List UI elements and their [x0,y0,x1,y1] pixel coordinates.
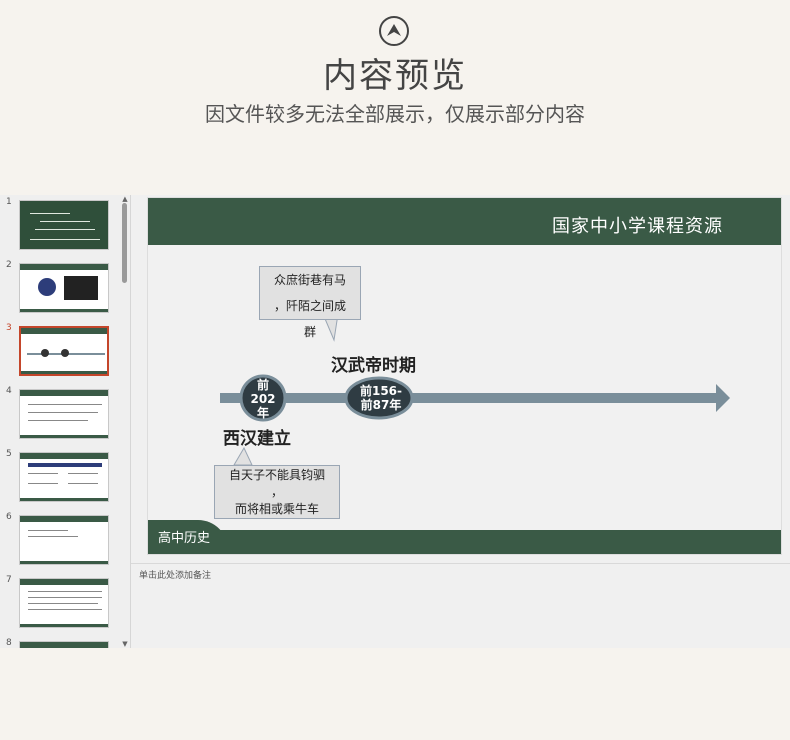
scroll-down-icon[interactable]: ▼ [121,640,129,648]
thumbnail-image[interactable] [19,578,109,628]
page-footer [0,648,790,740]
node-line: 前 [256,378,269,392]
callout-2-pointer [233,446,253,466]
thumbnail-number: 6 [6,512,12,522]
thumbnail-item[interactable]: 7 [0,573,120,633]
page-title: 内容预览 [323,56,467,96]
thumbnail-number: 3 [6,323,12,333]
callout-line: 群 [303,325,316,339]
label-han-wudi: 汉武帝时期 [331,356,416,376]
ppt-viewer: 1 2 3 4 5 6 7 8 ▲ ▼ 国家中小学课程资源 众庶街巷有马 ，阡陌… [0,195,790,691]
timeline-bar [220,393,720,403]
callout-line: ，阡陌之间成 [273,299,346,313]
thumbnail-item[interactable]: 1 [0,195,120,255]
callout-line: ， [270,485,283,499]
thumbnail-image[interactable] [19,452,109,502]
quote-callout-bottom: 自天子不能具钧驷 ， 而将相或乘牛车 [214,465,340,519]
thumbnail-number: 5 [6,449,12,459]
current-slide: 国家中小学课程资源 众庶街巷有马 ，阡陌之间成 群 自天子不能具钧驷 ， 而将相… [147,197,782,555]
node-1-text: 前 202 年 [245,378,281,420]
page-subtitle: 因文件较多无法全部展示，仅展示部分内容 [205,102,585,126]
thumbnail-item[interactable]: 6 [0,510,120,570]
thumbnail-number: 7 [6,575,12,585]
thumbnail-image[interactable] [19,389,109,439]
callout-line: 自天子不能具钧驷 [228,468,325,482]
node-line: 前156- [359,384,403,398]
thumbnail-number: 1 [6,197,12,207]
up-chevron-circle-icon [379,16,409,46]
thumbnail-item[interactable]: 4 [0,384,120,444]
notes-pane[interactable]: 单击此处添加备注 [131,563,790,649]
slide-footer-tab: 高中历史 [148,520,228,554]
scrollbar-thumb[interactable] [122,203,127,283]
callout-line: 而将相或乘牛车 [234,502,319,516]
course-label: 高中历史 [158,531,211,546]
callout-line: 众庶街巷有马 [273,273,346,287]
thumbnail-image[interactable] [19,515,109,565]
scroll-up-icon[interactable]: ▲ [121,195,129,203]
thumbnail-panel: 1 2 3 4 5 6 7 8 [0,195,131,691]
notes-placeholder[interactable]: 单击此处添加备注 [139,568,211,581]
slide-stage: 国家中小学课程资源 众庶街巷有马 ，阡陌之间成 群 自天子不能具钧驷 ， 而将相… [131,195,790,649]
thumbnail-image[interactable] [19,263,109,313]
thumbnail-scrollbar[interactable]: ▲ ▼ [120,195,130,648]
thumbnail-item[interactable]: 5 [0,447,120,507]
node-line: 202 [250,392,276,406]
page-header: 内容预览 因文件较多无法全部展示，仅展示部分内容 [0,0,790,195]
node-2-text: 前156- 前87年 [351,384,411,412]
slide-footer-bar [148,530,781,554]
thumbnail-number: 4 [6,386,12,396]
thumbnail-item-active[interactable]: 3 [0,321,120,381]
label-western-han: 西汉建立 [223,429,291,449]
thumbnail-image[interactable] [19,326,109,376]
thumbnail-number: 8 [6,638,12,648]
quote-callout-top: 众庶街巷有马 ，阡陌之间成 群 [259,266,361,339]
timeline-arrow-head [716,384,730,412]
thumbnail-image[interactable] [19,200,109,250]
thumbnail-number: 2 [6,260,12,270]
node-line: 年 [256,406,269,420]
thumbnail-item[interactable]: 2 [0,258,120,318]
node-line: 前87年 [360,398,402,412]
